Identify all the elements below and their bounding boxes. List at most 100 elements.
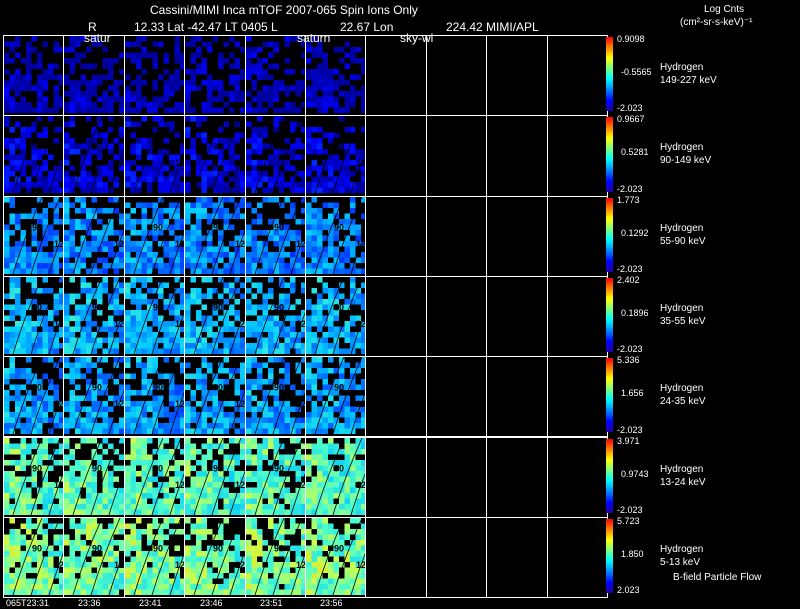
colorbar-mid: 0.9743 [621, 468, 649, 479]
colorbar-min: -2.023 [617, 103, 643, 114]
colorbar-max: 5.336 [617, 355, 640, 366]
image-cell [365, 115, 427, 197]
image-cell: 90120 [244, 195, 306, 277]
grid-label: 90 [92, 383, 102, 393]
grid-label: 90 [92, 303, 102, 313]
lon-readout: 22.67 Lon [340, 20, 394, 34]
image-cell: 90120 [305, 516, 367, 599]
energy-label: 90-149 keV [660, 155, 712, 167]
image-cell [486, 436, 548, 518]
colorbar-max: 0.9098 [617, 34, 645, 44]
grid-label: 90 [213, 383, 223, 393]
image-cell [184, 35, 246, 117]
image-cell [546, 436, 608, 518]
units-title: Log Cnts [704, 4, 745, 15]
colorbar [606, 197, 613, 272]
image-cell [425, 275, 488, 358]
time-label: 23:46 [200, 598, 223, 608]
grid-label: 90 [32, 463, 42, 473]
species-label: Hydrogen [660, 142, 704, 154]
image-cell: 90120 [244, 436, 306, 518]
image-cell: 90120 [3, 356, 65, 438]
energy-label: 149-227 keV [660, 75, 717, 87]
energy-label: 13-24 keV [660, 476, 706, 488]
grid-label: 90 [92, 222, 102, 232]
grid-label: 90 [213, 544, 223, 554]
colorbar-min: -2.023 [617, 263, 643, 274]
image-grid: 9012090120901209012090120901209012090120… [3, 35, 608, 599]
colorbar-min: -2.023 [617, 183, 643, 194]
colorbar-mid: 0.1896 [621, 308, 649, 319]
species-label: Hydrogen [660, 303, 704, 315]
units-label: (cm²-sr-s-keV)⁻¹ [680, 17, 753, 28]
image-cell: 90120 [123, 115, 186, 197]
image-cell [546, 516, 608, 599]
colorbar-mid: 0.5281 [621, 147, 649, 158]
image-cell: 90120 [305, 356, 367, 438]
time-label: 23:51 [260, 598, 283, 608]
grid-label: 90 [334, 303, 344, 313]
image-cell: 90120 [3, 115, 65, 197]
image-cell: 90120 [123, 275, 186, 358]
image-cell: 90120 [184, 356, 246, 438]
image-cell [486, 35, 548, 117]
colorbar-max: 3.971 [617, 435, 640, 446]
grid-label: 90 [92, 142, 102, 152]
grid-label: 90 [153, 142, 163, 152]
grid-label: 90 [92, 544, 102, 554]
sky-marker: sky-wl [400, 31, 434, 45]
image-cell: 90120 [3, 436, 65, 518]
plot-title: Cassini/MIMI Inca mTOF 2007-065 Spin Ion… [150, 3, 418, 17]
image-cell [425, 356, 488, 438]
image-cell [365, 436, 427, 518]
colorbar [606, 277, 613, 353]
saturn-marker: saturn [297, 31, 331, 45]
image-cell [305, 35, 367, 117]
image-cell [425, 35, 488, 117]
grid-label: 90 [153, 303, 163, 313]
image-cell [425, 195, 488, 277]
image-cell [123, 35, 186, 117]
image-cell: 90120 [63, 356, 125, 438]
image-cell [3, 35, 65, 117]
image-cell [546, 35, 608, 117]
image-cell [546, 115, 608, 197]
image-cell: 90120 [123, 436, 186, 518]
image-cell [365, 356, 427, 438]
grid-label: 90 [92, 463, 102, 473]
colorbar-max: 1.773 [617, 194, 640, 205]
grid-label: 90 [274, 463, 284, 473]
image-cell [486, 195, 548, 277]
grid-label: 90 [213, 222, 223, 232]
coords-readout: 12.33 Lat -42.47 LT 0405 L [134, 20, 278, 34]
image-cell: 90120 [63, 436, 125, 518]
image-cell: 90120 [244, 356, 306, 438]
time-label: 23:56 [320, 598, 343, 608]
species-label: Hydrogen [660, 222, 704, 234]
colorbar [606, 117, 613, 192]
colorbar-mid: 1.850 [621, 548, 644, 559]
time-label: 23:36 [78, 598, 101, 608]
species-label: Hydrogen [660, 62, 704, 74]
grid-label: 90 [32, 383, 42, 393]
image-cell: 90120 [244, 115, 306, 197]
time-label: 065T23:31 [6, 598, 50, 608]
image-cell: 90120 [184, 115, 246, 197]
grid-label: 90 [153, 544, 163, 554]
grid-label: 90 [153, 222, 163, 232]
image-cell [486, 115, 548, 197]
energy-label: 24-35 keV [660, 396, 706, 408]
colorbar-mid: 1.656 [621, 388, 644, 399]
image-cell: 90120 [3, 516, 65, 599]
colorbar-min: -2.023 [617, 504, 643, 515]
grid-label: 90 [274, 142, 284, 152]
image-cell: 90120 [305, 275, 367, 358]
grid-label: 90 [213, 463, 223, 473]
grid-label: 90 [213, 142, 223, 152]
grid-label: 90 [334, 463, 344, 473]
image-cell [546, 356, 608, 438]
footer-note: B-field Particle Flow [673, 572, 762, 583]
image-cell: 90120 [123, 516, 186, 599]
image-cell: 90120 [244, 516, 306, 599]
grid-label: 90 [334, 544, 344, 554]
